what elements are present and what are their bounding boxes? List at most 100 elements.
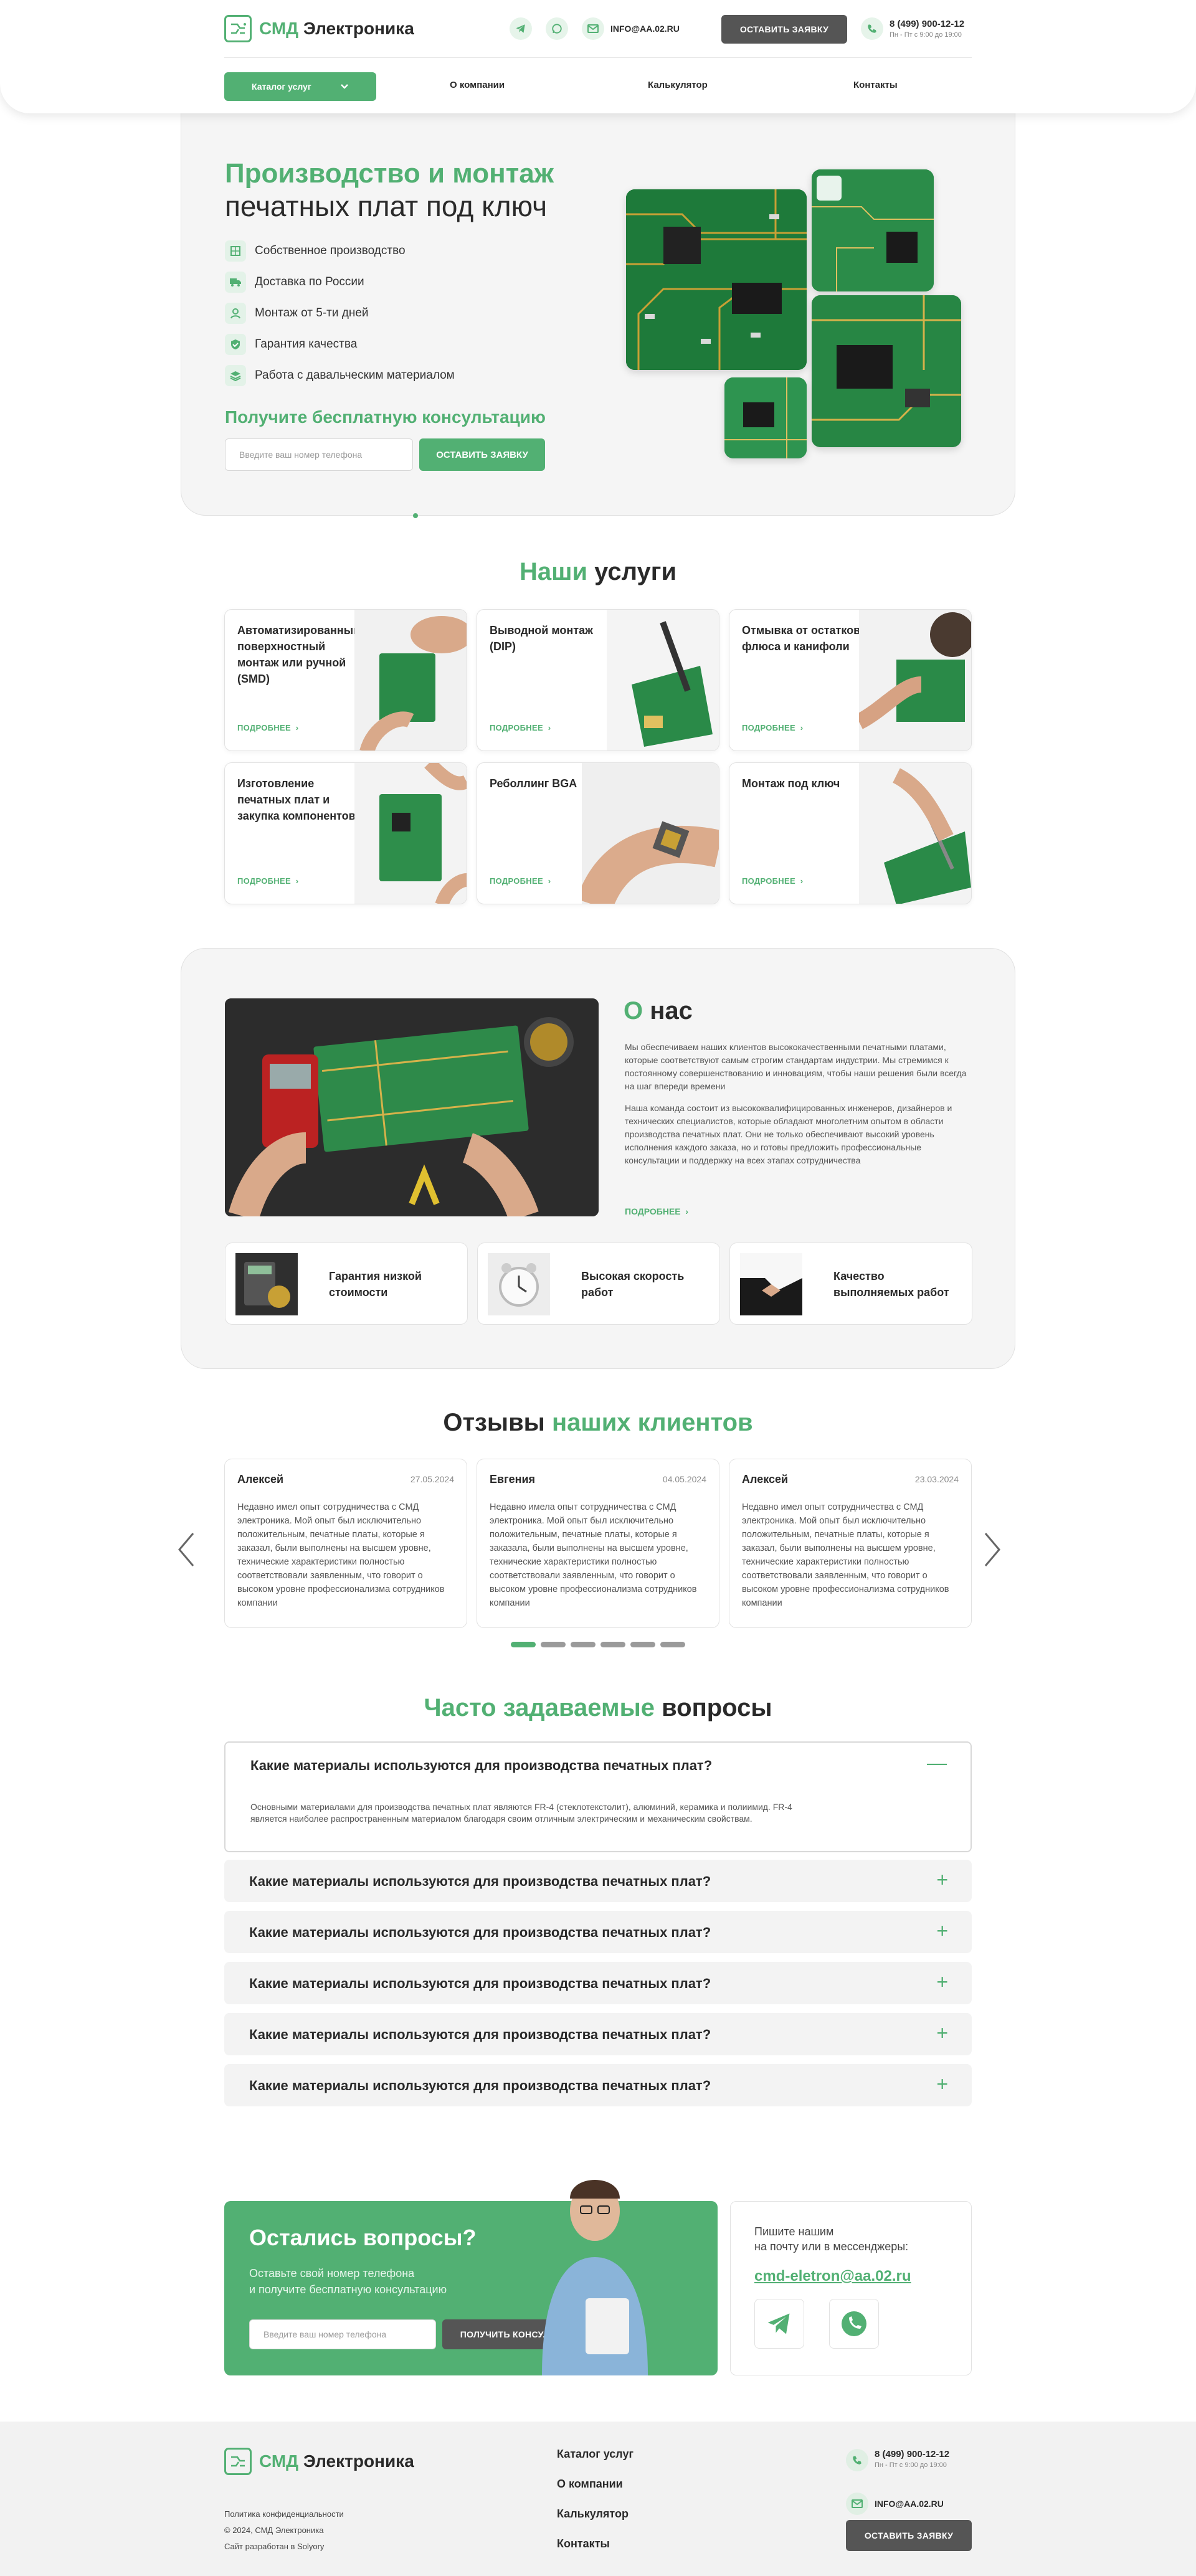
hero-submit-button[interactable]: ОСТАВИТЬ ЗАЯВКУ [419, 438, 545, 471]
hero-phone-input[interactable]: Введите ваш номер телефона [225, 438, 413, 471]
plus-icon[interactable]: + [936, 1870, 948, 1890]
reviews-title: Отзывы наших клиентов [443, 1409, 753, 1436]
faq-item[interactable]: Какие материалы используются для произво… [224, 1860, 972, 1902]
footer-logo[interactable]: СМД Электроника [224, 2448, 414, 2475]
nav-contacts[interactable]: Контакты [853, 80, 898, 90]
faq-item-open[interactable]: Какие материалы используются для произво… [224, 1741, 972, 1852]
cta-phone-input[interactable]: Введите ваш номер телефона [249, 2319, 436, 2349]
handshake-icon [740, 1253, 802, 1315]
carousel-dot[interactable] [600, 1642, 625, 1647]
service-card[interactable]: Реболлинг BGA ПОДРОБНЕЕ › [477, 762, 719, 904]
review-text: Недавно имел опыт сотрудничества с СМД э… [742, 1502, 949, 1608]
footer-cta-button[interactable]: ОСТАВИТЬ ЗАЯВКУ [846, 2520, 972, 2551]
review-author: Евгения [490, 1473, 536, 1485]
carousel-dot[interactable] [571, 1642, 596, 1647]
site-footer: СМД Электроника Политика конфиденциально… [0, 2422, 1196, 2576]
catalog-label: Каталог услуг [252, 82, 311, 92]
nav-about[interactable]: О компании [450, 80, 505, 90]
service-more-link[interactable]: ПОДРОБНЕЕ › [742, 723, 803, 732]
footer-phone[interactable]: 8 (499) 900-12-12 [875, 2449, 949, 2460]
copyright: © 2024, СМД Электроника [224, 2526, 324, 2535]
service-more-link[interactable]: ПОДРОБНЕЕ › [742, 876, 803, 886]
contact-text-2: на почту или в мессенджеры: [754, 2240, 909, 2253]
nav-calculator[interactable]: Калькулятор [648, 80, 708, 90]
service-card[interactable]: Монтаж под ключ ПОДРОБНЕЕ › [729, 762, 972, 904]
service-more-link[interactable]: ПОДРОБНЕЕ › [490, 876, 551, 886]
service-title: Автоматизированный поверхностный монтаж … [237, 624, 361, 685]
plus-icon[interactable]: + [936, 1972, 948, 1992]
about-image [225, 998, 599, 1216]
review-date: 23.03.2024 [914, 1474, 959, 1484]
plus-icon[interactable]: + [936, 2023, 948, 2043]
service-more-link[interactable]: ПОДРОБНЕЕ › [237, 876, 298, 886]
hero-features: Собственное производство Доставка по Рос… [225, 235, 455, 391]
faq-question: Какие материалы используются для произво… [249, 2078, 711, 2093]
cta-subtitle-2: и получите бесплатную консультацию [249, 2283, 447, 2296]
carousel-dot-active[interactable] [511, 1642, 536, 1647]
footer-link[interactable]: Каталог услуг [557, 2448, 634, 2461]
feature-label: Доставка по России [255, 275, 364, 288]
pcb-image-top-right [812, 169, 934, 291]
header-phone[interactable]: 8 (499) 900-12-12 [890, 19, 964, 29]
service-title: Изготовление печатных плат и закупка ком… [237, 777, 356, 822]
feature-label: Гарантия качества [255, 338, 358, 351]
carousel-next-arrow[interactable] [983, 1531, 1002, 1571]
carousel-dots [511, 1642, 685, 1647]
about-more-link[interactable]: ПОДРОБНЕЕ › [625, 1206, 688, 1216]
carousel-prev-arrow[interactable] [177, 1531, 196, 1571]
header-email[interactable]: INFO@AA.02.RU [610, 24, 680, 34]
footer-email[interactable]: INFO@AA.02.RU [875, 2499, 944, 2509]
logo-icon [224, 15, 252, 42]
carousel-dot[interactable] [541, 1642, 566, 1647]
logo-abbr: СМД [259, 19, 299, 38]
feature-item: Гарантия качества [225, 329, 455, 360]
service-image [354, 763, 467, 904]
feature-item: Монтаж от 5-ти дней [225, 298, 455, 329]
contact-email-link[interactable]: cmd-eletron@aa.02.ru [754, 2268, 911, 2285]
carousel-dot[interactable] [630, 1642, 655, 1647]
privacy-link[interactable]: Политика конфиденциальности [224, 2506, 344, 2522]
review-date: 27.05.2024 [410, 1474, 454, 1484]
faq-item[interactable]: Какие материалы используются для произво… [224, 2013, 972, 2055]
footer-meta: Политика конфиденциальности © 2024, СМД … [224, 2506, 344, 2555]
faq-item[interactable]: Какие материалы используются для произво… [224, 1962, 972, 2004]
footer-link[interactable]: Контакты [557, 2537, 610, 2550]
footer-link[interactable]: О компании [557, 2478, 623, 2491]
about-feature-label: Качество выполняемых работ [833, 1270, 949, 1299]
faq-question: Какие материалы используются для произво… [249, 1976, 711, 1991]
plus-icon[interactable]: + [936, 2074, 948, 2094]
faq-item[interactable]: Какие материалы используются для произво… [224, 1911, 972, 1953]
faq-question: Какие материалы используются для произво… [249, 1873, 711, 1889]
service-card[interactable]: Отмывка от остатков флюса и канифоли ПОД… [729, 609, 972, 751]
plus-icon[interactable]: + [936, 1921, 948, 1941]
minus-icon[interactable]: — [927, 1751, 947, 1774]
service-card[interactable]: Автоматизированный поверхностный монтаж … [224, 609, 467, 751]
service-card[interactable]: Изготовление печатных плат и закупка ком… [224, 762, 467, 904]
hero-title-green: Производство и монтаж [225, 158, 554, 189]
service-title: Монтаж под ключ [742, 777, 840, 790]
service-title: Выводной монтаж (DIP) [490, 624, 593, 653]
cta-subtitle-1: Оставьте свой номер телефона [249, 2267, 415, 2280]
logo-abbr: СМД [259, 2451, 299, 2471]
clock-icon [488, 1253, 550, 1315]
service-more-link[interactable]: ПОДРОБНЕЕ › [490, 723, 551, 732]
developer-credit[interactable]: Сайт разработан в Solyory [224, 2539, 344, 2555]
service-more-link[interactable]: ПОДРОБНЕЕ › [237, 723, 298, 732]
mail-icon [846, 2493, 868, 2515]
whatsapp-icon[interactable] [829, 2299, 879, 2349]
telegram-icon[interactable] [510, 17, 532, 40]
header-cta-button[interactable]: ОСТАВИТЬ ЗАЯВКУ [721, 15, 847, 44]
telegram-icon[interactable] [754, 2299, 804, 2349]
faq-item[interactable]: Какие материалы используются для произво… [224, 2064, 972, 2106]
contact-card: Пишите нашим на почту или в мессенджеры:… [730, 2201, 972, 2375]
catalog-menu-button[interactable]: Каталог услуг [224, 72, 376, 101]
review-card: Алексей 23.03.2024 Недавно имел опыт сот… [729, 1459, 972, 1628]
logo[interactable]: СМД Электроника [224, 15, 414, 42]
whatsapp-icon[interactable] [546, 17, 568, 40]
header-hours: Пн - Пт с 9:00 до 19:00 [890, 31, 962, 39]
mail-icon [582, 17, 604, 40]
footer-link[interactable]: Калькулятор [557, 2507, 629, 2521]
carousel-dot[interactable] [660, 1642, 685, 1647]
pcb-image-bottom-right [812, 295, 961, 447]
service-card[interactable]: Выводной монтаж (DIP) ПОДРОБНЕЕ › [477, 609, 719, 751]
